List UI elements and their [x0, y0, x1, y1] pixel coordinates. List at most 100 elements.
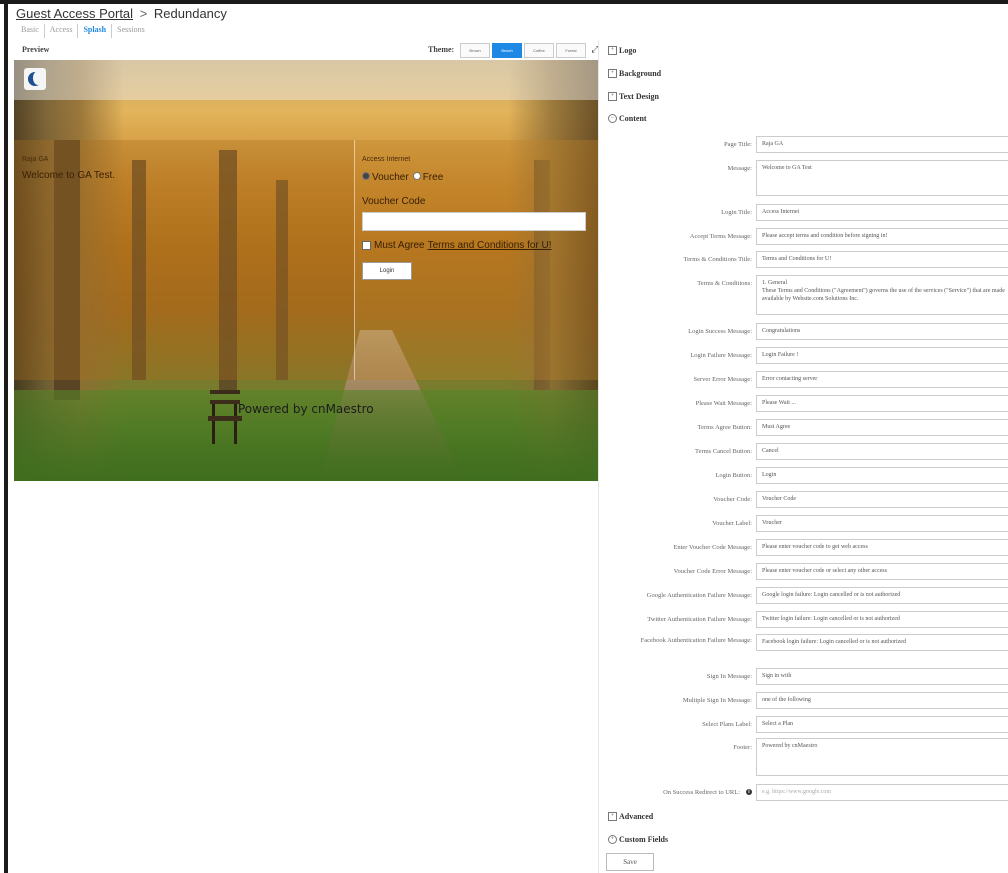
- select-plans-input[interactable]: Select a Plan: [756, 716, 1008, 733]
- minus-box-icon: −: [608, 114, 617, 123]
- pane-divider: [598, 40, 599, 873]
- redirect-url-label: On Success Redirect to URL:: [663, 789, 740, 796]
- accept-terms-label: Accept Terms Message:: [689, 233, 752, 240]
- please-wait-label: Please Wait Message:: [695, 400, 752, 407]
- settings-pane: + Logo + Background + Text Design − Cont…: [604, 40, 1008, 873]
- section-advanced-label: Advanced: [619, 812, 654, 821]
- theme-coffee-button[interactable]: Coffee: [524, 43, 554, 58]
- redirect-url-input[interactable]: e.g. https://www.google.com: [756, 784, 1008, 801]
- preview-login-title: Access Internet: [362, 156, 411, 163]
- preview-voucher-code-label: Voucher Code: [362, 196, 426, 207]
- sign-in-label: Sign In Message:: [706, 673, 752, 680]
- preview-page-title: Raja GA: [22, 156, 49, 163]
- tab-sessions[interactable]: Sessions: [112, 24, 150, 38]
- tab-access[interactable]: Access: [45, 24, 79, 38]
- terms-cancel-label: Terms Cancel Button:: [695, 448, 752, 455]
- facebook-auth-input[interactable]: Facebook login failure: Login cancelled …: [756, 634, 1008, 651]
- terms-agree-input[interactable]: Must Agree: [756, 419, 1008, 436]
- accept-terms-input[interactable]: Please accept terms and condition before…: [756, 228, 1008, 245]
- voucher-code-label: Voucher Code:: [713, 496, 752, 503]
- section-logo[interactable]: + Logo: [608, 46, 636, 55]
- section-custom-fields[interactable]: + Custom Fields: [608, 835, 668, 844]
- terms-title-input[interactable]: Terms and Conditions for U!: [756, 251, 1008, 268]
- preview-access-radio-group: Voucher Free: [362, 172, 443, 183]
- server-error-input[interactable]: Error contacting server: [756, 371, 1008, 388]
- section-custom-fields-label: Custom Fields: [619, 835, 669, 844]
- section-text-design[interactable]: + Text Design: [608, 92, 659, 101]
- theme-brown-button[interactable]: Brown: [460, 43, 490, 58]
- voucher-code-input[interactable]: Voucher Code: [756, 491, 1008, 508]
- section-background[interactable]: + Background: [608, 69, 661, 78]
- info-icon[interactable]: i: [746, 789, 752, 795]
- theme-label: Theme:: [428, 45, 455, 54]
- expand-icon[interactable]: ⤢: [588, 43, 602, 56]
- tab-basic[interactable]: Basic: [16, 24, 45, 38]
- section-logo-label: Logo: [619, 46, 637, 55]
- agree-checkbox[interactable]: [362, 241, 371, 250]
- cambium-logo-icon: [24, 68, 46, 90]
- section-text-design-label: Text Design: [619, 92, 659, 101]
- breadcrumb-separator: >: [139, 6, 148, 21]
- google-auth-input[interactable]: Google login failure: Login cancelled or…: [756, 587, 1008, 604]
- twitter-auth-label: Twitter Authentication Failure Message:: [647, 616, 752, 623]
- splash-preview: Raja GA Welcome to GA Test. Access Inter…: [14, 60, 598, 481]
- multiple-sign-in-input[interactable]: one of the following: [756, 692, 1008, 709]
- login-button-input[interactable]: Login: [756, 467, 1008, 484]
- footer-label: Footer:: [733, 744, 752, 751]
- preview-login-button[interactable]: Login: [362, 262, 412, 280]
- twitter-auth-input[interactable]: Twitter login failure: Login cancelled o…: [756, 611, 1008, 628]
- login-title-label: Login Title:: [721, 209, 752, 216]
- tab-splash[interactable]: Splash: [78, 24, 113, 38]
- sign-in-input[interactable]: Sign in with: [756, 668, 1008, 685]
- google-auth-label: Google Authentication Failure Message:: [646, 592, 752, 599]
- please-wait-input[interactable]: Please Wait ...: [756, 395, 1008, 412]
- breadcrumb-root-link[interactable]: Guest Access Portal: [16, 6, 133, 21]
- section-background-label: Background: [619, 69, 662, 78]
- preview-toolbar: Preview Theme: Brown Beach Coffee Forest…: [14, 42, 599, 61]
- login-title-input[interactable]: Access Internet: [756, 204, 1008, 221]
- login-button-label: Login Button:: [715, 472, 752, 479]
- preview-message: Welcome to GA Test.: [22, 170, 116, 181]
- section-advanced[interactable]: + Advanced: [608, 812, 653, 821]
- login-success-label: Login Success Message:: [688, 328, 752, 335]
- preview-label: Preview: [22, 45, 50, 54]
- terms-textarea[interactable]: 1. General These Terms and Conditions ("…: [756, 275, 1008, 315]
- login-success-input[interactable]: Congratulations: [756, 323, 1008, 340]
- plus-box-icon: +: [608, 812, 617, 821]
- facebook-auth-label: Facebook Authentication Failure Message:: [640, 637, 752, 644]
- enter-voucher-input[interactable]: Please enter voucher code to get web acc…: [756, 539, 1008, 556]
- select-plans-label: Select Plans Label:: [702, 721, 752, 728]
- plus-box-icon: +: [608, 92, 617, 101]
- terms-label: Terms & Conditions:: [697, 280, 752, 287]
- preview-voucher-code-input[interactable]: [362, 212, 586, 231]
- theme-forest-button[interactable]: Forest: [556, 43, 586, 58]
- agree-label: Must Agree: [374, 240, 425, 251]
- login-failure-label: Login Failure Message:: [690, 352, 752, 359]
- breadcrumb-current: Redundancy: [153, 6, 227, 21]
- section-content[interactable]: − Content: [608, 114, 647, 123]
- save-button[interactable]: Save: [606, 853, 654, 871]
- voucher-error-input[interactable]: Please enter voucher code or select any …: [756, 563, 1008, 580]
- voucher-radio[interactable]: Voucher: [362, 172, 409, 183]
- page-title-input[interactable]: Raja GA: [756, 136, 1008, 153]
- plus-box-icon: +: [608, 46, 617, 55]
- login-failure-input[interactable]: Login Failure !: [756, 347, 1008, 364]
- theme-beach-button[interactable]: Beach: [492, 43, 522, 58]
- message-label: Message:: [727, 165, 752, 172]
- preview-agree-row: Must Agree Terms and Conditions for U!: [362, 240, 552, 251]
- terms-cancel-input[interactable]: Cancel: [756, 443, 1008, 460]
- terms-agree-label: Terms Agree Button:: [697, 424, 752, 431]
- preview-banner: [14, 60, 598, 100]
- message-textarea[interactable]: Welcome to GA Test: [756, 160, 1008, 196]
- voucher-label-input[interactable]: Voucher: [756, 515, 1008, 532]
- terms-title-label: Terms & Conditions Title:: [683, 256, 752, 263]
- footer-textarea[interactable]: Powered by cnMaestro: [756, 738, 1008, 776]
- section-content-label: Content: [619, 114, 647, 123]
- preview-footer: Powered by cnMaestro: [238, 402, 374, 416]
- page-title-label: Page Title:: [724, 141, 752, 148]
- free-radio[interactable]: Free: [412, 172, 443, 183]
- plus-box-icon: +: [608, 69, 617, 78]
- terms-link[interactable]: Terms and Conditions for U!: [428, 240, 552, 251]
- voucher-error-label: Voucher Code Error Message:: [673, 568, 752, 575]
- plus-box-icon: +: [608, 835, 617, 844]
